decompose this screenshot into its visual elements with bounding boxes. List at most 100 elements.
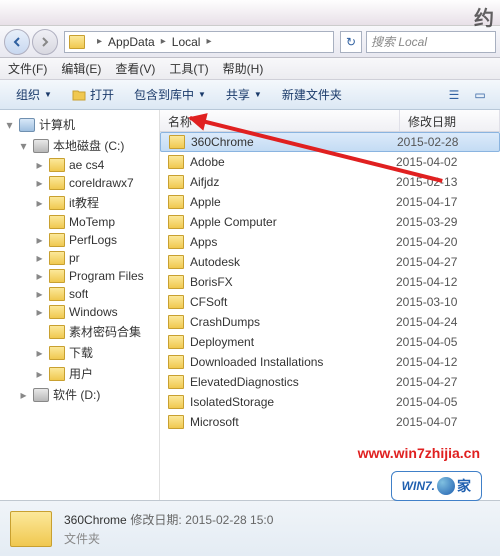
expander-icon[interactable]: ▸ (34, 368, 45, 379)
list-row[interactable]: 360Chrome2015-02-28 (160, 132, 500, 152)
tree-item[interactable]: ▸coreldrawx7 (0, 174, 159, 192)
expander-icon[interactable]: ▸ (34, 235, 45, 246)
folder-icon (168, 215, 184, 229)
tree-panel[interactable]: ▾计算机▾本地磁盘 (C:)▸ae cs4▸coreldrawx7▸it教程Mo… (0, 110, 160, 500)
breadcrumb-part[interactable]: Local (172, 35, 201, 49)
expander-icon[interactable]: ▸ (34, 160, 45, 171)
folder-icon (168, 355, 184, 369)
row-date: 2015-04-24 (396, 315, 457, 329)
list-row[interactable]: BorisFX2015-04-12 (160, 272, 500, 292)
tree-item[interactable]: MoTemp (0, 213, 159, 231)
expander-icon[interactable]: ▸ (34, 307, 45, 318)
forward-button[interactable] (32, 29, 58, 55)
tree-item[interactable]: ▸Program Files (0, 267, 159, 285)
folder-open-icon (72, 89, 86, 101)
computer-icon (19, 118, 35, 132)
row-date: 2015-03-10 (396, 295, 457, 309)
folder-icon (168, 375, 184, 389)
tree-item[interactable]: ▸下载 (0, 342, 159, 363)
open-button[interactable]: 打开 (64, 84, 122, 106)
menu-tools[interactable]: 工具(T) (169, 60, 208, 77)
menu-file[interactable]: 文件(F) (8, 60, 47, 77)
row-name: Apple Computer (190, 215, 396, 229)
expander-icon[interactable]: ▸ (34, 178, 45, 189)
list-row[interactable]: Downloaded Installations2015-04-12 (160, 352, 500, 372)
watermark-logo: WIN7.家 (391, 471, 482, 501)
expander-icon[interactable]: ▸ (34, 253, 45, 264)
search-input[interactable]: 搜索 Local (366, 31, 496, 53)
tree-item[interactable]: ▸ it教程 (0, 192, 159, 213)
menu-view[interactable]: 查看(V) (115, 60, 155, 77)
list-row[interactable]: Deployment2015-04-05 (160, 332, 500, 352)
folder-icon (168, 275, 184, 289)
list-row[interactable]: CFSoft2015-03-10 (160, 292, 500, 312)
expander-icon[interactable]: ▸ (34, 271, 45, 282)
list-panel[interactable]: 名称 修改日期 360Chrome2015-02-28Adobe2015-04-… (160, 110, 500, 500)
tree-item[interactable]: ▸soft (0, 285, 159, 303)
expander-icon[interactable]: ▾ (4, 119, 15, 130)
organize-button[interactable]: 组织▼ (8, 84, 60, 106)
tree-item[interactable]: 素材密码合集 (0, 321, 159, 342)
breadcrumb-part[interactable]: AppData (108, 35, 155, 49)
details-type: 文件夹 (64, 530, 273, 547)
list-row[interactable]: IsolatedStorage2015-04-05 (160, 392, 500, 412)
new-folder-button[interactable]: 新建文件夹 (274, 84, 350, 106)
list-row[interactable]: CrashDumps2015-04-24 (160, 312, 500, 332)
tree-item[interactable]: ▾本地磁盘 (C:) (0, 135, 159, 156)
preview-icon[interactable]: ▭ (468, 84, 492, 106)
folder-icon (49, 346, 65, 360)
tree-item[interactable]: ▸用户 (0, 363, 159, 384)
row-name: Apple (190, 195, 396, 209)
list-row[interactable]: Apple Computer2015-03-29 (160, 212, 500, 232)
refresh-button[interactable]: ↻ (340, 31, 362, 53)
list-row[interactable]: ElevatedDiagnostics2015-04-27 (160, 372, 500, 392)
tree-item[interactable]: ▸Windows (0, 303, 159, 321)
folder-icon (168, 295, 184, 309)
list-row[interactable]: Apple2015-04-17 (160, 192, 500, 212)
expander-icon[interactable] (34, 326, 45, 337)
expander-icon[interactable]: ▸ (34, 289, 45, 300)
back-button[interactable] (4, 29, 30, 55)
tree-item[interactable]: ▾计算机 (0, 114, 159, 135)
folder-icon (168, 315, 184, 329)
tree-item-label: it教程 (69, 194, 99, 211)
row-date: 2015-04-05 (396, 395, 457, 409)
share-button[interactable]: 共享▼ (218, 84, 270, 106)
tree-item-label: PerfLogs (69, 233, 117, 247)
watermark-url: www.win7zhijia.cn (358, 445, 480, 461)
menu-edit[interactable]: 编辑(E) (61, 60, 101, 77)
folder-icon (49, 215, 65, 229)
row-date: 2015-02-13 (396, 175, 457, 189)
row-date: 2015-04-12 (396, 275, 457, 289)
folder-icon (168, 255, 184, 269)
expander-icon[interactable] (34, 217, 45, 228)
expander-icon[interactable]: ▸ (34, 197, 45, 208)
column-name[interactable]: 名称 (160, 110, 400, 131)
expander-icon[interactable]: ▸ (34, 347, 45, 358)
list-row[interactable]: Aifjdz2015-02-13 (160, 172, 500, 192)
tree-item[interactable]: ▸ae cs4 (0, 156, 159, 174)
expander-icon[interactable]: ▸ (18, 389, 29, 400)
folder-icon (168, 195, 184, 209)
folder-icon (49, 287, 65, 301)
include-button[interactable]: 包含到库中▼ (126, 84, 214, 106)
view-icon[interactable]: ☰ (442, 84, 466, 106)
row-date: 2015-04-05 (396, 335, 457, 349)
row-date: 2015-04-12 (396, 355, 457, 369)
tree-item[interactable]: ▸pr (0, 249, 159, 267)
list-row[interactable]: Autodesk2015-04-27 (160, 252, 500, 272)
tree-item[interactable]: ▸ PerfLogs (0, 231, 159, 249)
tree-item[interactable]: ▸软件 (D:) (0, 384, 159, 405)
list-row[interactable]: Apps2015-04-20 (160, 232, 500, 252)
folder-large-icon (10, 511, 52, 547)
menu-help[interactable]: 帮助(H) (223, 60, 264, 77)
folder-icon (49, 196, 65, 210)
row-date: 2015-04-17 (396, 195, 457, 209)
row-name: 360Chrome (191, 135, 397, 149)
list-row[interactable]: Adobe2015-04-02 (160, 152, 500, 172)
breadcrumb[interactable]: ▸ AppData ▸ Local ▸ (64, 31, 334, 53)
expander-icon[interactable]: ▾ (18, 140, 29, 151)
list-row[interactable]: Microsoft2015-04-07 (160, 412, 500, 432)
toolbar: 组织▼ 打开 包含到库中▼ 共享▼ 新建文件夹 ☰ ▭ (0, 80, 500, 110)
column-date[interactable]: 修改日期 (400, 110, 500, 131)
